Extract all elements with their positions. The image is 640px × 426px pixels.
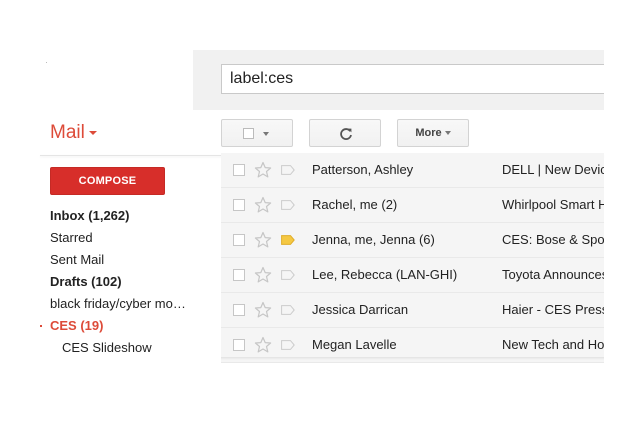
- email-list: Patterson, Ashley DELL | New Devic Rache…: [221, 153, 604, 363]
- email-sender: Jenna, me, Jenna (6): [312, 232, 435, 247]
- row-checkbox[interactable]: [233, 234, 245, 246]
- importance-marker-icon[interactable]: [281, 235, 295, 245]
- star-icon[interactable]: [254, 231, 272, 249]
- email-row[interactable]: Patterson, Ashley DELL | New Devic: [221, 153, 604, 188]
- chevron-down-icon: [88, 130, 97, 135]
- checkbox-icon: [243, 128, 254, 139]
- email-row[interactable]: Lee, Rebecca (LAN-GHI) Toyota Announces: [221, 258, 604, 293]
- importance-marker-icon[interactable]: [281, 270, 295, 280]
- mail-label: Mail: [50, 122, 85, 143]
- refresh-button[interactable]: [309, 119, 381, 147]
- email-sender: Patterson, Ashley: [312, 162, 414, 177]
- email-row[interactable]: Rachel, me (2) Whirlpool Smart H: [221, 188, 604, 223]
- sidebar-item-label: Sent Mail: [50, 252, 105, 267]
- search-input[interactable]: [221, 64, 604, 94]
- email-row[interactable]: Jenna, me, Jenna (6) CES: Bose & Spo: [221, 223, 604, 258]
- more-button[interactable]: More: [397, 119, 469, 147]
- email-sender: Jessica Darrican: [312, 302, 409, 317]
- refresh-icon: [340, 128, 352, 140]
- mail-menu-button[interactable]: Mail: [50, 122, 97, 144]
- email-subject: Haier - CES Press: [502, 302, 604, 317]
- more-label: More: [415, 127, 442, 139]
- row-checkbox[interactable]: [233, 199, 245, 211]
- email-sender: Rachel, me (2): [312, 197, 398, 212]
- compose-button[interactable]: COMPOSE: [50, 167, 165, 195]
- sidebar-item-drafts[interactable]: Drafts (102): [0, 271, 200, 293]
- row-checkbox[interactable]: [233, 304, 245, 316]
- star-icon[interactable]: [254, 196, 272, 214]
- email-subject: CES: Bose & Spo: [502, 232, 604, 247]
- email-subject: Whirlpool Smart H: [502, 197, 604, 212]
- sidebar-item-ces[interactable]: CES (19): [0, 315, 200, 337]
- sidebar-nav: Inbox (1,262) Starred Sent Mail Drafts (…: [0, 205, 200, 359]
- sidebar-item-label: Starred: [50, 230, 93, 245]
- star-icon[interactable]: [254, 301, 272, 319]
- importance-marker-icon[interactable]: [281, 305, 295, 315]
- star-icon[interactable]: [254, 266, 272, 284]
- select-all-button[interactable]: [221, 119, 293, 147]
- email-sender: Lee, Rebecca (LAN-GHI): [312, 267, 458, 282]
- sidebar-item-black-friday[interactable]: black friday/cyber mo…: [0, 293, 200, 315]
- email-row[interactable]: Jessica Darrican Haier - CES Press: [221, 293, 604, 328]
- star-icon[interactable]: [254, 161, 272, 179]
- star-icon[interactable]: [254, 336, 272, 354]
- sidebar-item-inbox[interactable]: Inbox (1,262): [0, 205, 200, 227]
- speck: [46, 62, 47, 63]
- active-indicator: [40, 325, 42, 327]
- sidebar-item-starred[interactable]: Starred: [0, 227, 200, 249]
- row-checkbox[interactable]: [233, 269, 245, 281]
- importance-marker-icon[interactable]: [281, 165, 295, 175]
- importance-marker-icon[interactable]: [281, 200, 295, 210]
- row-checkbox[interactable]: [233, 339, 245, 351]
- importance-marker-icon[interactable]: [281, 340, 295, 350]
- chevron-down-icon: [444, 131, 451, 136]
- sidebar-item-label: CES (19): [50, 318, 104, 333]
- sidebar-item-label: Drafts (102): [50, 274, 122, 289]
- list-bottom-shadow: [221, 357, 604, 360]
- email-subject: DELL | New Devic: [502, 162, 604, 177]
- row-checkbox[interactable]: [233, 164, 245, 176]
- sidebar-item-label: CES Slideshow: [62, 340, 152, 355]
- chevron-down-icon: [263, 132, 269, 136]
- email-subject: Toyota Announces: [502, 267, 604, 282]
- sidebar-item-label: Inbox (1,262): [50, 208, 130, 223]
- sidebar-item-ces-slideshow[interactable]: CES Slideshow: [0, 337, 200, 359]
- sidebar-item-sent-mail[interactable]: Sent Mail: [0, 249, 200, 271]
- sidebar-item-label: black friday/cyber mo…: [50, 296, 186, 311]
